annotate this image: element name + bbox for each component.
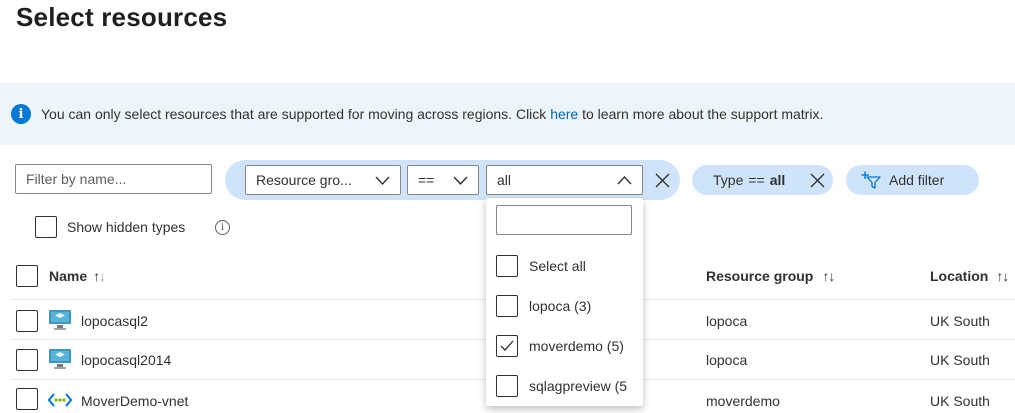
row-checkbox[interactable] [16, 349, 38, 371]
location-cell: UK South [930, 352, 990, 368]
dropdown-search-input[interactable] [496, 205, 632, 235]
info-icon: i [11, 104, 31, 124]
option-label: Select all [529, 258, 586, 274]
filter-field-select[interactable]: Resource gro... [245, 165, 401, 195]
show-hidden-types-checkbox[interactable] [35, 216, 57, 238]
info-text-after: to learn more about the support matrix. [578, 106, 824, 122]
option-checkbox[interactable] [496, 375, 518, 397]
column-header-resource-group[interactable]: Resource group ↑↓ [706, 268, 835, 284]
select-all-rows-checkbox[interactable] [16, 265, 38, 287]
info-banner: i You can only select resources that are… [0, 83, 1015, 145]
column-location-label: Location [930, 268, 989, 284]
resource-name[interactable]: MoverDemo-vnet [81, 393, 188, 409]
resource-group-cell: lopoca [706, 313, 748, 329]
add-filter-icon [861, 171, 881, 189]
filter-operator-select[interactable]: == [407, 165, 479, 195]
option-sqlagpreview[interactable]: sqlagpreview (5 [496, 374, 627, 398]
option-lopoca[interactable]: lopoca (3) [496, 294, 591, 318]
option-checkbox[interactable] [496, 335, 518, 357]
add-filter-label: Add filter [889, 172, 945, 188]
chevron-up-icon [617, 175, 632, 185]
filter-by-name-input[interactable] [15, 164, 212, 194]
show-hidden-types-label: Show hidden types [67, 219, 186, 235]
type-filter-label: Type [713, 172, 744, 188]
type-filter-operator: == [748, 172, 765, 188]
filter-operator-value: == [418, 172, 435, 188]
type-filter-value: all [769, 172, 786, 188]
column-header-name[interactable]: Name ↑↓ [49, 268, 106, 284]
sort-icon: ↑↓ [996, 268, 1009, 284]
sort-icon: ↑↓ [93, 268, 106, 284]
option-checkbox[interactable] [496, 295, 518, 317]
sql-vm-icon [49, 349, 71, 369]
option-label: sqlagpreview (5 [529, 378, 628, 394]
location-cell: UK South [930, 313, 990, 329]
type-filter-pill[interactable]: Type == all [692, 165, 833, 195]
column-name-label: Name [49, 268, 88, 284]
option-label: moverdemo (5) [529, 338, 624, 354]
value-dropdown-menu: Select all lopoca (3) moverdemo (5) sqla… [486, 198, 643, 406]
chevron-down-icon [375, 176, 390, 186]
checkmark-icon [500, 340, 514, 351]
filter-value-select[interactable]: all [486, 165, 643, 195]
row-checkbox[interactable] [16, 310, 38, 332]
resource-name[interactable]: lopocasql2 [81, 313, 148, 329]
info-text: You can only select resources that are s… [41, 106, 823, 122]
vnet-icon [48, 393, 72, 407]
filter-field-value: Resource gro... [256, 172, 352, 188]
resource-group-cell: lopoca [706, 352, 748, 368]
column-resource-group-label: Resource group [706, 268, 814, 284]
resource-group-cell: moverdemo [706, 393, 780, 409]
option-label: lopoca (3) [529, 298, 592, 314]
option-checkbox[interactable] [496, 255, 518, 277]
remove-filter-icon[interactable] [655, 173, 670, 188]
support-matrix-link[interactable]: here [550, 106, 578, 122]
add-filter-button[interactable]: Add filter [846, 165, 979, 195]
info-icon[interactable]: i [215, 220, 230, 235]
resource-group-filter-pill: Resource gro... == all [225, 160, 680, 200]
location-cell: UK South [930, 393, 990, 409]
column-header-location[interactable]: Location ↑↓ [930, 268, 1009, 284]
sort-icon: ↑↓ [822, 268, 835, 284]
close-icon[interactable] [810, 173, 825, 188]
option-moverdemo[interactable]: moverdemo (5) [496, 334, 624, 358]
page-title: Select resources [16, 2, 228, 32]
option-select-all[interactable]: Select all [496, 254, 586, 278]
row-checkbox[interactable] [16, 388, 38, 410]
info-text-before: You can only select resources that are s… [41, 106, 551, 122]
resource-name[interactable]: lopocasql2014 [81, 352, 171, 368]
sql-vm-icon [49, 310, 71, 330]
chevron-down-icon [453, 176, 468, 186]
filter-value-value: all [497, 172, 512, 188]
